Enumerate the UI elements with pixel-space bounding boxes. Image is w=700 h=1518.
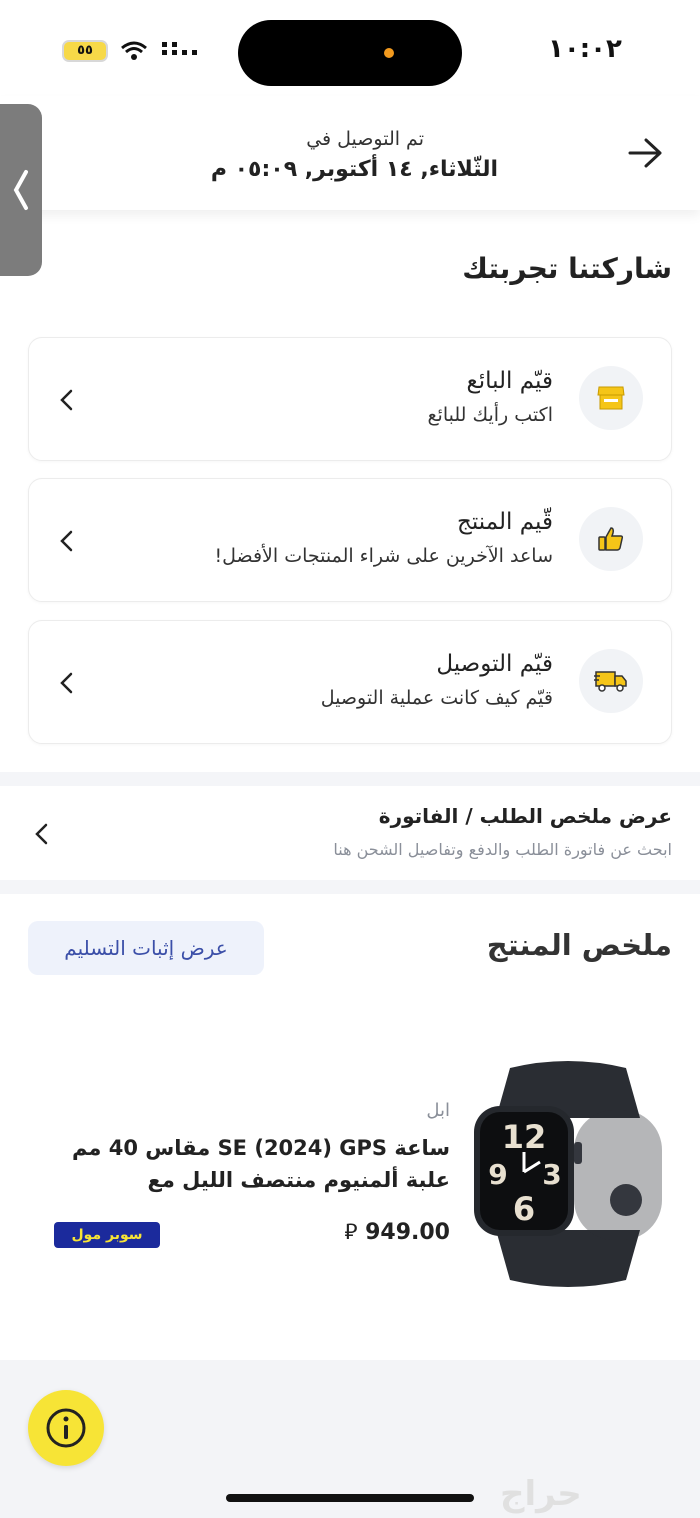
thumbs-up-icon: [598, 527, 624, 551]
delivery-header: [0, 96, 700, 210]
rate-delivery-title: قيّم التوصيل: [436, 651, 553, 677]
rate-delivery-subtitle: قيّم كيف كانت عملية التوصيل: [320, 687, 553, 709]
section-divider: [0, 772, 700, 786]
rate-delivery-card[interactable]: قيّم التوصيل قيّم كيف كانت عملية التوصيل: [28, 620, 672, 744]
svg-text:6: 6: [513, 1190, 535, 1228]
signal-icon: [162, 42, 197, 55]
section-divider: [0, 880, 700, 894]
product-brand: ابل: [426, 1100, 450, 1121]
svg-text:12: 12: [502, 1118, 547, 1156]
product-summary-title: ملخص المنتج: [486, 928, 672, 962]
delivered-date: الثّلاثاء, ١٤ أكتوبر, ٠٥:٠٩ م: [210, 157, 498, 182]
rating-section-title: شاركتنا تجربتك: [462, 252, 672, 285]
chevron-left-icon: [60, 389, 73, 411]
delivery-proof-button[interactable]: عرض إثبات التسليم: [28, 921, 264, 975]
rate-product-card[interactable]: قّيم المنتج ساعد الآخرين على شراء المنتج…: [28, 478, 672, 602]
thumbs-up-icon-wrap: [579, 507, 643, 571]
store-icon-wrap: [579, 366, 643, 430]
rate-seller-subtitle: اكتب رأيك للبائع: [427, 404, 553, 426]
store-icon: [597, 386, 625, 410]
chevron-left-icon: [13, 170, 28, 210]
dynamic-island: [238, 20, 462, 86]
back-arrow-icon[interactable]: [626, 136, 666, 170]
rate-product-title: قّيم المنتج: [457, 509, 553, 535]
chevron-left-icon: [60, 530, 73, 552]
order-summary-row[interactable]: [0, 786, 700, 880]
status-time: ١٠:٠٢: [548, 34, 622, 64]
order-summary-subtitle: ابحث عن فاتورة الطلب والدفع وتفاصيل الشح…: [333, 840, 672, 859]
truck-icon-wrap: [579, 649, 643, 713]
riyal-icon: ⃁: [344, 1220, 358, 1245]
super-mall-badge: سوبر مول: [54, 1222, 160, 1248]
product-price: 949.00 ⃁: [344, 1218, 450, 1246]
delivered-label: تم التوصيل في: [306, 128, 424, 150]
product-name[interactable]: ساعة SE (2024) GPS مقاس 40 مم علبة ألمني…: [70, 1132, 450, 1196]
info-icon: [46, 1408, 86, 1448]
rate-seller-card[interactable]: قيّم البائع اكتب رأيك للبائع: [28, 337, 672, 461]
chevron-left-icon: [35, 823, 48, 845]
rate-product-subtitle: ساعد الآخرين على شراء المنتجات الأفضل!: [214, 545, 553, 567]
battery-icon: ٥٥: [62, 40, 108, 62]
wifi-icon: [121, 41, 147, 60]
privacy-indicator: [384, 48, 394, 58]
order-summary-title: عرض ملخص الطلب / الفاتورة: [378, 804, 672, 828]
info-button[interactable]: [28, 1390, 104, 1466]
svg-text:3: 3: [542, 1158, 561, 1191]
truck-icon: [594, 671, 627, 692]
rate-seller-title: قيّم البائع: [466, 368, 553, 394]
home-indicator[interactable]: [226, 1494, 474, 1502]
chevron-left-icon: [60, 672, 73, 694]
price-value: 949.00: [365, 1220, 450, 1245]
watermark-logo: حراج: [500, 1474, 582, 1514]
svg-text:9: 9: [488, 1158, 507, 1191]
side-drawer-handle[interactable]: [0, 104, 42, 276]
product-image[interactable]: 12 9 3 6: [470, 1058, 666, 1290]
